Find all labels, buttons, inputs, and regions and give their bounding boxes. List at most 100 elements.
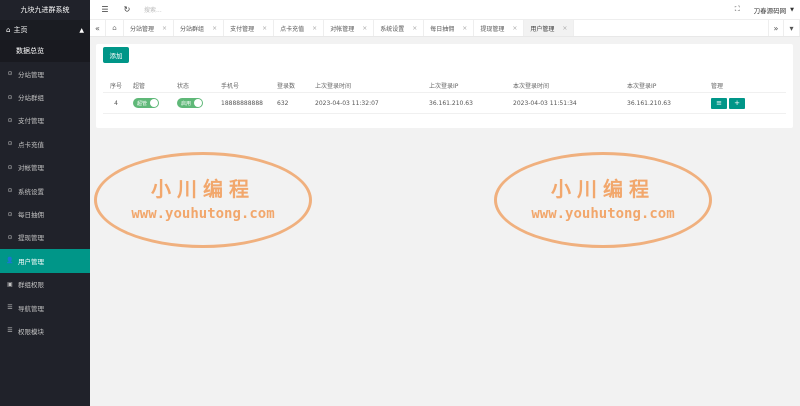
sidebar-item-permission-modules[interactable]: ☰ 权限模块 (0, 319, 90, 342)
tab-label: 分站群组 (180, 25, 205, 33)
tab-payment[interactable]: 支付管理 × (224, 20, 275, 36)
user-icon: 👤 (6, 257, 14, 265)
sidebar-item-substation-group[interactable]: ⊙ 分站群组 (0, 85, 90, 108)
tab-label: 提现管理 (480, 25, 505, 33)
watermark-url: www.youhutong.com (531, 206, 675, 222)
app-logo-title: 九块九进群系统 (20, 6, 70, 14)
close-icon[interactable]: × (512, 25, 517, 32)
close-icon[interactable]: × (212, 25, 217, 32)
sidebar-item-label: 点卡充值 (18, 140, 44, 149)
sidebar-item-settings[interactable]: ⊙ 系统设置 (0, 179, 90, 202)
user-menu[interactable]: 刀春源码网 (754, 5, 787, 15)
watermark-stamp: 小川编程 www.youhutong.com (94, 152, 312, 248)
sidebar-item-label: 导航管理 (18, 304, 44, 313)
list-icon: ☰ (7, 327, 13, 335)
column-header: 手机号 (221, 82, 240, 90)
edit-button[interactable]: ≡ (711, 97, 727, 109)
sidebar-item-substation[interactable]: ⊙ 分站管理 (0, 62, 90, 85)
sidebar-item-payment[interactable]: ⊙ 支付管理 (0, 109, 90, 132)
sidebar-item-label: 权限模块 (18, 327, 44, 336)
circle-check-icon: ⊙ (7, 140, 13, 148)
circle-check-icon: ⊙ (7, 210, 13, 218)
tab-label: 用户管理 (530, 25, 555, 33)
sidebar-item-group-permissions[interactable]: ▣ 群组权限 (0, 273, 90, 296)
tab-withdraw[interactable]: 提现管理 × (474, 20, 525, 36)
refresh-icon[interactable]: ↻ (120, 5, 134, 14)
tab-label: 支付管理 (230, 25, 255, 33)
circle-check-icon: ⊙ (7, 116, 13, 124)
tab-daily-commission[interactable]: 每日抽佣 × (424, 20, 475, 36)
cell-admin: 超管 (129, 98, 175, 108)
circle-check-icon: ⊙ (7, 93, 13, 101)
tab-substation-group[interactable]: 分站群组 × (174, 20, 225, 36)
tab-label: 每日抽佣 (430, 25, 455, 33)
tab-settings[interactable]: 系统设置 × (374, 20, 425, 36)
sidebar-item-withdraw[interactable]: ⊙ 提现管理 (0, 226, 90, 249)
status-toggle[interactable]: 启用 (177, 98, 203, 108)
menu-toggle-icon[interactable]: ☰ (98, 5, 112, 14)
sidebar-item-label: 数据总览 (16, 47, 44, 55)
close-icon[interactable]: × (462, 25, 467, 32)
toggle-label: 启用 (181, 100, 192, 107)
sidebar-item-label: 支付管理 (18, 117, 44, 126)
column-header: 序号 (109, 82, 122, 90)
close-icon[interactable]: × (362, 25, 367, 32)
sidebar-item-navigation[interactable]: ☰ 导航管理 (0, 296, 90, 319)
close-icon[interactable]: × (262, 25, 267, 32)
sidebar-item-home[interactable]: ⌂ 主页 ▲ (0, 20, 90, 40)
watermark-title: 小川编程 (151, 177, 255, 201)
column-header: 本次登录时间 (513, 82, 550, 90)
add-child-button[interactable]: + (729, 97, 745, 109)
tab-reconciliation[interactable]: 对帐管理 × (324, 20, 375, 36)
chevron-down-icon[interactable]: ▼ (790, 7, 794, 13)
tab-recharge[interactable]: 点卡充值 × (274, 20, 325, 36)
cell-current-login-time: 2023-04-03 11:51:34 (513, 99, 577, 107)
sidebar-item-label: 群组权限 (18, 281, 44, 290)
tab-menu-icon[interactable]: ▾ (784, 20, 800, 36)
cell-last-login-time: 2023-04-03 11:32:07 (315, 99, 379, 107)
circle-check-icon: ⊙ (7, 70, 13, 78)
table-row: 4 超管 启用 18888888888 632 2023-04-03 11:32… (103, 92, 786, 114)
sidebar-item-reconciliation[interactable]: ⊙ 对帐管理 (0, 156, 90, 179)
tab-users[interactable]: 用户管理 × (524, 20, 575, 36)
close-icon[interactable]: × (162, 25, 167, 32)
sidebar-item-recharge[interactable]: ⊙ 点卡充值 (0, 132, 90, 155)
column-header: 超管 (133, 82, 146, 90)
tab-scroll-left-icon[interactable]: « (90, 20, 106, 36)
sidebar-item-label: 主页 (13, 26, 28, 34)
close-icon[interactable]: × (562, 25, 567, 32)
sidebar-item-daily-commission[interactable]: ⊙ 每日抽佣 (0, 202, 90, 225)
column-header: 本次登录IP (627, 82, 657, 90)
column-header: 管理 (711, 82, 724, 90)
cell-phone: 18888888888 (221, 99, 263, 107)
circle-check-icon: ⊙ (7, 187, 13, 195)
tab-scroll-right-icon[interactable]: » (768, 20, 784, 36)
sidebar-item-label: 系统设置 (18, 187, 44, 196)
sidebar-item-label: 对帐管理 (18, 164, 44, 173)
group-icon: ▣ (7, 280, 13, 288)
close-icon[interactable]: × (312, 25, 317, 32)
sidebar-item-dashboard[interactable]: 数据总览 (0, 40, 90, 62)
cell-status: 启用 (175, 98, 219, 108)
table-header: 序号 超管 状态 手机号 登录数 上次登录时间 上次登录IP 本次登录时间 本次… (103, 78, 786, 92)
admin-toggle[interactable]: 超管 (133, 98, 159, 108)
close-icon[interactable]: × (412, 25, 417, 32)
tab-bar: « ⌂ 分站管理 × 分站群组 × 支付管理 × 点卡充值 × 对帐管理 × 系统设置 × … (90, 20, 800, 37)
column-header: 上次登录时间 (315, 82, 352, 90)
search-input[interactable]: 搜索... (144, 5, 162, 14)
sidebar-item-users[interactable]: 👤 用户管理 (0, 249, 90, 273)
tab-home-icon[interactable]: ⌂ (106, 20, 124, 36)
sidebar-item-label: 用户管理 (18, 257, 44, 266)
fullscreen-icon[interactable]: ⛶ (735, 5, 740, 14)
column-header: 上次登录IP (429, 82, 459, 90)
home-icon: ⌂ (6, 26, 11, 34)
add-button[interactable]: 添加 (103, 47, 129, 63)
watermark-url: www.youhutong.com (131, 206, 275, 222)
cell-index: 4 (114, 99, 118, 107)
chevron-up-icon: ▲ (79, 26, 84, 34)
tab-substation[interactable]: 分站管理 × (124, 20, 175, 36)
circle-check-icon: ⊙ (7, 163, 13, 171)
watermark-stamp: 小川编程 www.youhutong.com (494, 152, 712, 248)
toggle-label: 超管 (137, 100, 148, 107)
tab-label: 系统设置 (380, 25, 405, 33)
